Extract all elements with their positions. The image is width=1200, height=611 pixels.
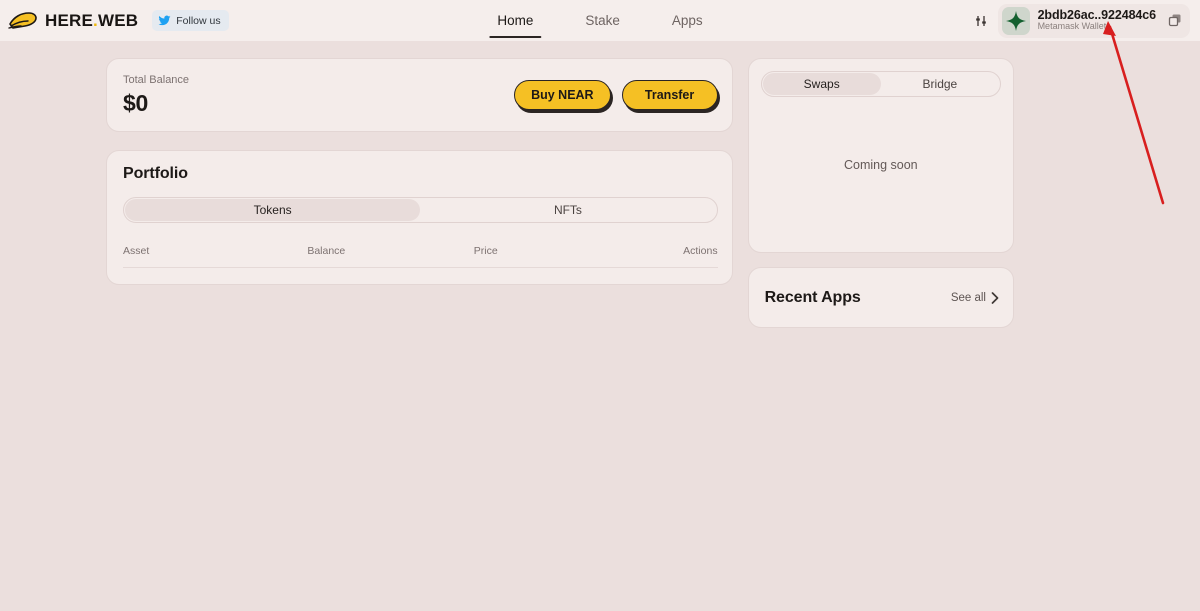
brand-logo[interactable]: HERE.WEB	[8, 10, 138, 32]
wallet-info: 2bdb26ac..922484c6 Metamask Wallet	[1037, 7, 1157, 33]
twitter-icon	[158, 15, 171, 26]
here-hat-icon	[8, 10, 38, 32]
portfolio-title: Portfolio	[123, 165, 188, 182]
app-header: HERE.WEB Follow us Home Stake Apps 2bdb2…	[0, 0, 1200, 41]
transfer-button[interactable]: Transfer	[621, 80, 718, 110]
column-header-asset: Asset	[123, 245, 150, 257]
swaps-tabs: Swaps Bridge	[760, 71, 1001, 97]
column-header-actions: Actions	[683, 245, 718, 257]
nav-item-apps[interactable]: Apps	[664, 0, 711, 41]
see-all-link[interactable]: See all	[951, 292, 999, 304]
page-content: Total Balance $0 Buy NEAR Transfer Portf…	[0, 41, 1200, 328]
portfolio-card: Portfolio Tokens NFTs Asset Balance Pric…	[106, 150, 733, 285]
brand-name-part1: HERE	[45, 10, 94, 30]
right-column: Swaps Bridge Coming soon Recent Apps See…	[747, 58, 1014, 328]
balance-text-group: Total Balance $0	[123, 74, 189, 117]
column-header-price: Price	[473, 245, 498, 257]
wallet-chip[interactable]: 2bdb26ac..922484c6 Metamask Wallet	[997, 3, 1190, 38]
recent-apps-card: Recent Apps See all	[747, 267, 1014, 328]
brand-name: HERE.WEB	[45, 11, 138, 31]
follow-us-label: Follow us	[176, 14, 221, 27]
wallet-avatar-star-icon	[1001, 6, 1030, 35]
left-column: Total Balance $0 Buy NEAR Transfer Portf…	[106, 58, 733, 328]
total-balance-label: Total Balance	[123, 73, 190, 86]
tab-nfts[interactable]: NFTs	[420, 199, 715, 221]
portfolio-table-header: Asset Balance Price Actions	[123, 245, 718, 268]
chevron-right-icon	[991, 291, 999, 304]
wallet-address: 2bdb26ac..922484c6	[1037, 7, 1157, 22]
follow-us-button[interactable]: Follow us	[152, 10, 229, 31]
main-nav: Home Stake Apps	[489, 0, 710, 41]
column-header-balance: Balance	[307, 245, 346, 257]
buy-near-button[interactable]: Buy NEAR	[514, 80, 611, 110]
swaps-empty-state: Coming soon	[843, 157, 918, 172]
portfolio-tabs: Tokens NFTs	[123, 197, 718, 223]
tab-swaps[interactable]: Swaps	[762, 73, 881, 95]
tab-tokens[interactable]: Tokens	[125, 199, 421, 221]
header-right-group: 2bdb26ac..922484c6 Metamask Wallet	[972, 3, 1190, 38]
wallet-type-label: Metamask Wallet	[1037, 21, 1107, 32]
swaps-card: Swaps Bridge Coming soon	[747, 58, 1014, 253]
brand-name-part2: WEB	[97, 10, 139, 30]
see-all-label: See all	[950, 291, 986, 304]
sliders-icon[interactable]	[972, 11, 990, 31]
tab-bridge[interactable]: Bridge	[881, 73, 999, 95]
recent-apps-title: Recent Apps	[764, 288, 861, 306]
nav-item-home[interactable]: Home	[489, 0, 542, 41]
nav-item-stake[interactable]: Stake	[577, 0, 628, 41]
total-balance-value: $0	[123, 89, 148, 116]
balance-actions: Buy NEAR Transfer	[514, 80, 718, 110]
total-balance-card: Total Balance $0 Buy NEAR Transfer	[106, 58, 733, 132]
copy-icon[interactable]	[1166, 12, 1184, 30]
